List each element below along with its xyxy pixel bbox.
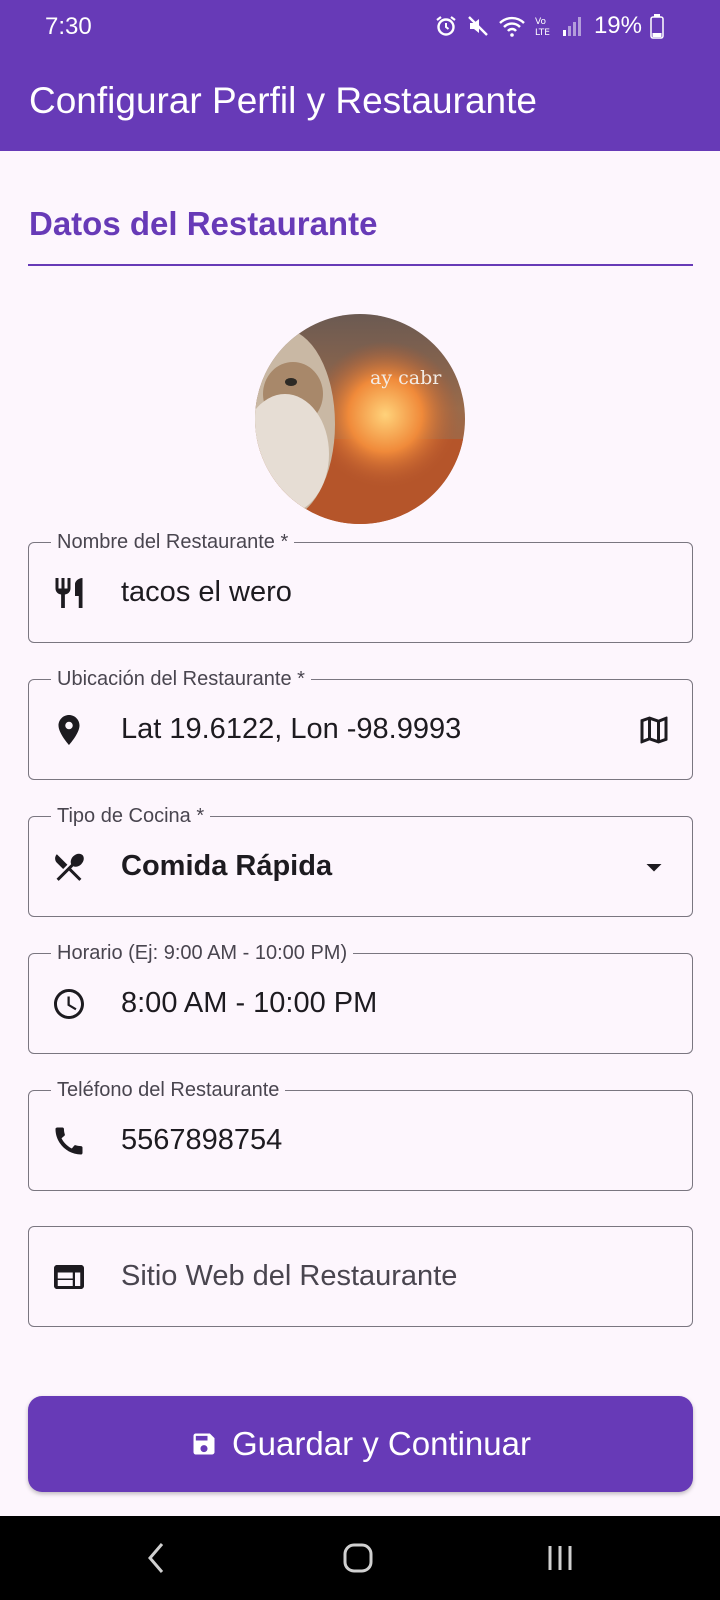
cuisine-type-value: Comida Rápida	[121, 850, 333, 882]
web-icon	[49, 1257, 89, 1297]
cuisine-type-label: Tipo de Cocina *	[51, 804, 211, 828]
save-and-continue-button[interactable]: Guardar y Continuar	[28, 1396, 693, 1492]
battery-percent: 19%	[593, 12, 642, 39]
phone-label: Teléfono del Restaurante	[51, 1078, 286, 1102]
restaurant-avatar[interactable]: ay cabr	[255, 314, 465, 524]
back-icon[interactable]	[135, 1536, 179, 1580]
phone-icon	[49, 1121, 89, 1161]
home-icon[interactable]	[336, 1536, 380, 1580]
section-title: Datos del Restaurante	[29, 205, 378, 242]
save-icon	[193, 1433, 215, 1455]
alarm-icon	[436, 16, 456, 36]
status-time: 7:30	[45, 13, 92, 40]
section-divider	[28, 264, 693, 266]
restaurant-icon	[49, 573, 89, 613]
svg-text:Vo: Vo	[535, 17, 546, 27]
restaurant-name-value: tacos el wero	[121, 576, 292, 608]
mute-icon	[468, 16, 488, 36]
location-pin-icon	[49, 710, 89, 750]
save-button-label: Guardar y Continuar	[232, 1425, 531, 1462]
phone-value: 5567898754	[121, 1124, 283, 1156]
opening-hours-label: Horario (Ej: 9:00 AM - 10:00 PM)	[51, 941, 354, 965]
map-icon[interactable]	[634, 710, 674, 750]
restaurant-location-field[interactable]: Ubicación del Restaurante * Lat 19.6122,…	[28, 667, 693, 780]
volte-icon: VoLTE	[535, 17, 550, 38]
dropdown-arrow-icon[interactable]	[634, 847, 674, 887]
website-input[interactable]	[121, 1258, 601, 1294]
recent-apps-icon[interactable]	[538, 1536, 582, 1580]
restaurant-name-field[interactable]: Nombre del Restaurante * tacos el wero	[28, 530, 693, 643]
app-bar: Configurar Perfil y Restaurante	[0, 52, 720, 151]
signal-icon	[562, 17, 581, 36]
cuisine-type-dropdown[interactable]: Tipo de Cocina * Comida Rápida	[28, 804, 693, 917]
page-title: Configurar Perfil y Restaurante	[29, 80, 537, 121]
battery-icon	[650, 14, 664, 39]
opening-hours-value: 8:00 AM - 10:00 PM	[121, 987, 378, 1019]
phone-field[interactable]: Teléfono del Restaurante 5567898754	[28, 1078, 693, 1191]
avatar-caption: ay cabr	[370, 367, 442, 389]
clock-icon	[49, 984, 89, 1024]
status-bar: 7:30 Vo LTE 19%	[0, 0, 720, 52]
wifi-icon	[499, 16, 525, 37]
opening-hours-field[interactable]: Horario (Ej: 9:00 AM - 10:00 PM) 8:00 AM…	[28, 941, 693, 1054]
restaurant-location-label: Ubicación del Restaurante *	[51, 667, 311, 691]
website-field[interactable]	[28, 1226, 693, 1327]
system-nav-bar	[0, 1516, 720, 1600]
utensils-icon	[49, 847, 89, 887]
avatar-image: ay cabr	[255, 314, 465, 524]
svg-text:LTE: LTE	[535, 28, 550, 38]
restaurant-location-value: Lat 19.6122, Lon -98.9993	[121, 713, 462, 745]
status-icons: Vo LTE 19%	[434, 12, 664, 39]
restaurant-name-label: Nombre del Restaurante *	[51, 530, 295, 554]
